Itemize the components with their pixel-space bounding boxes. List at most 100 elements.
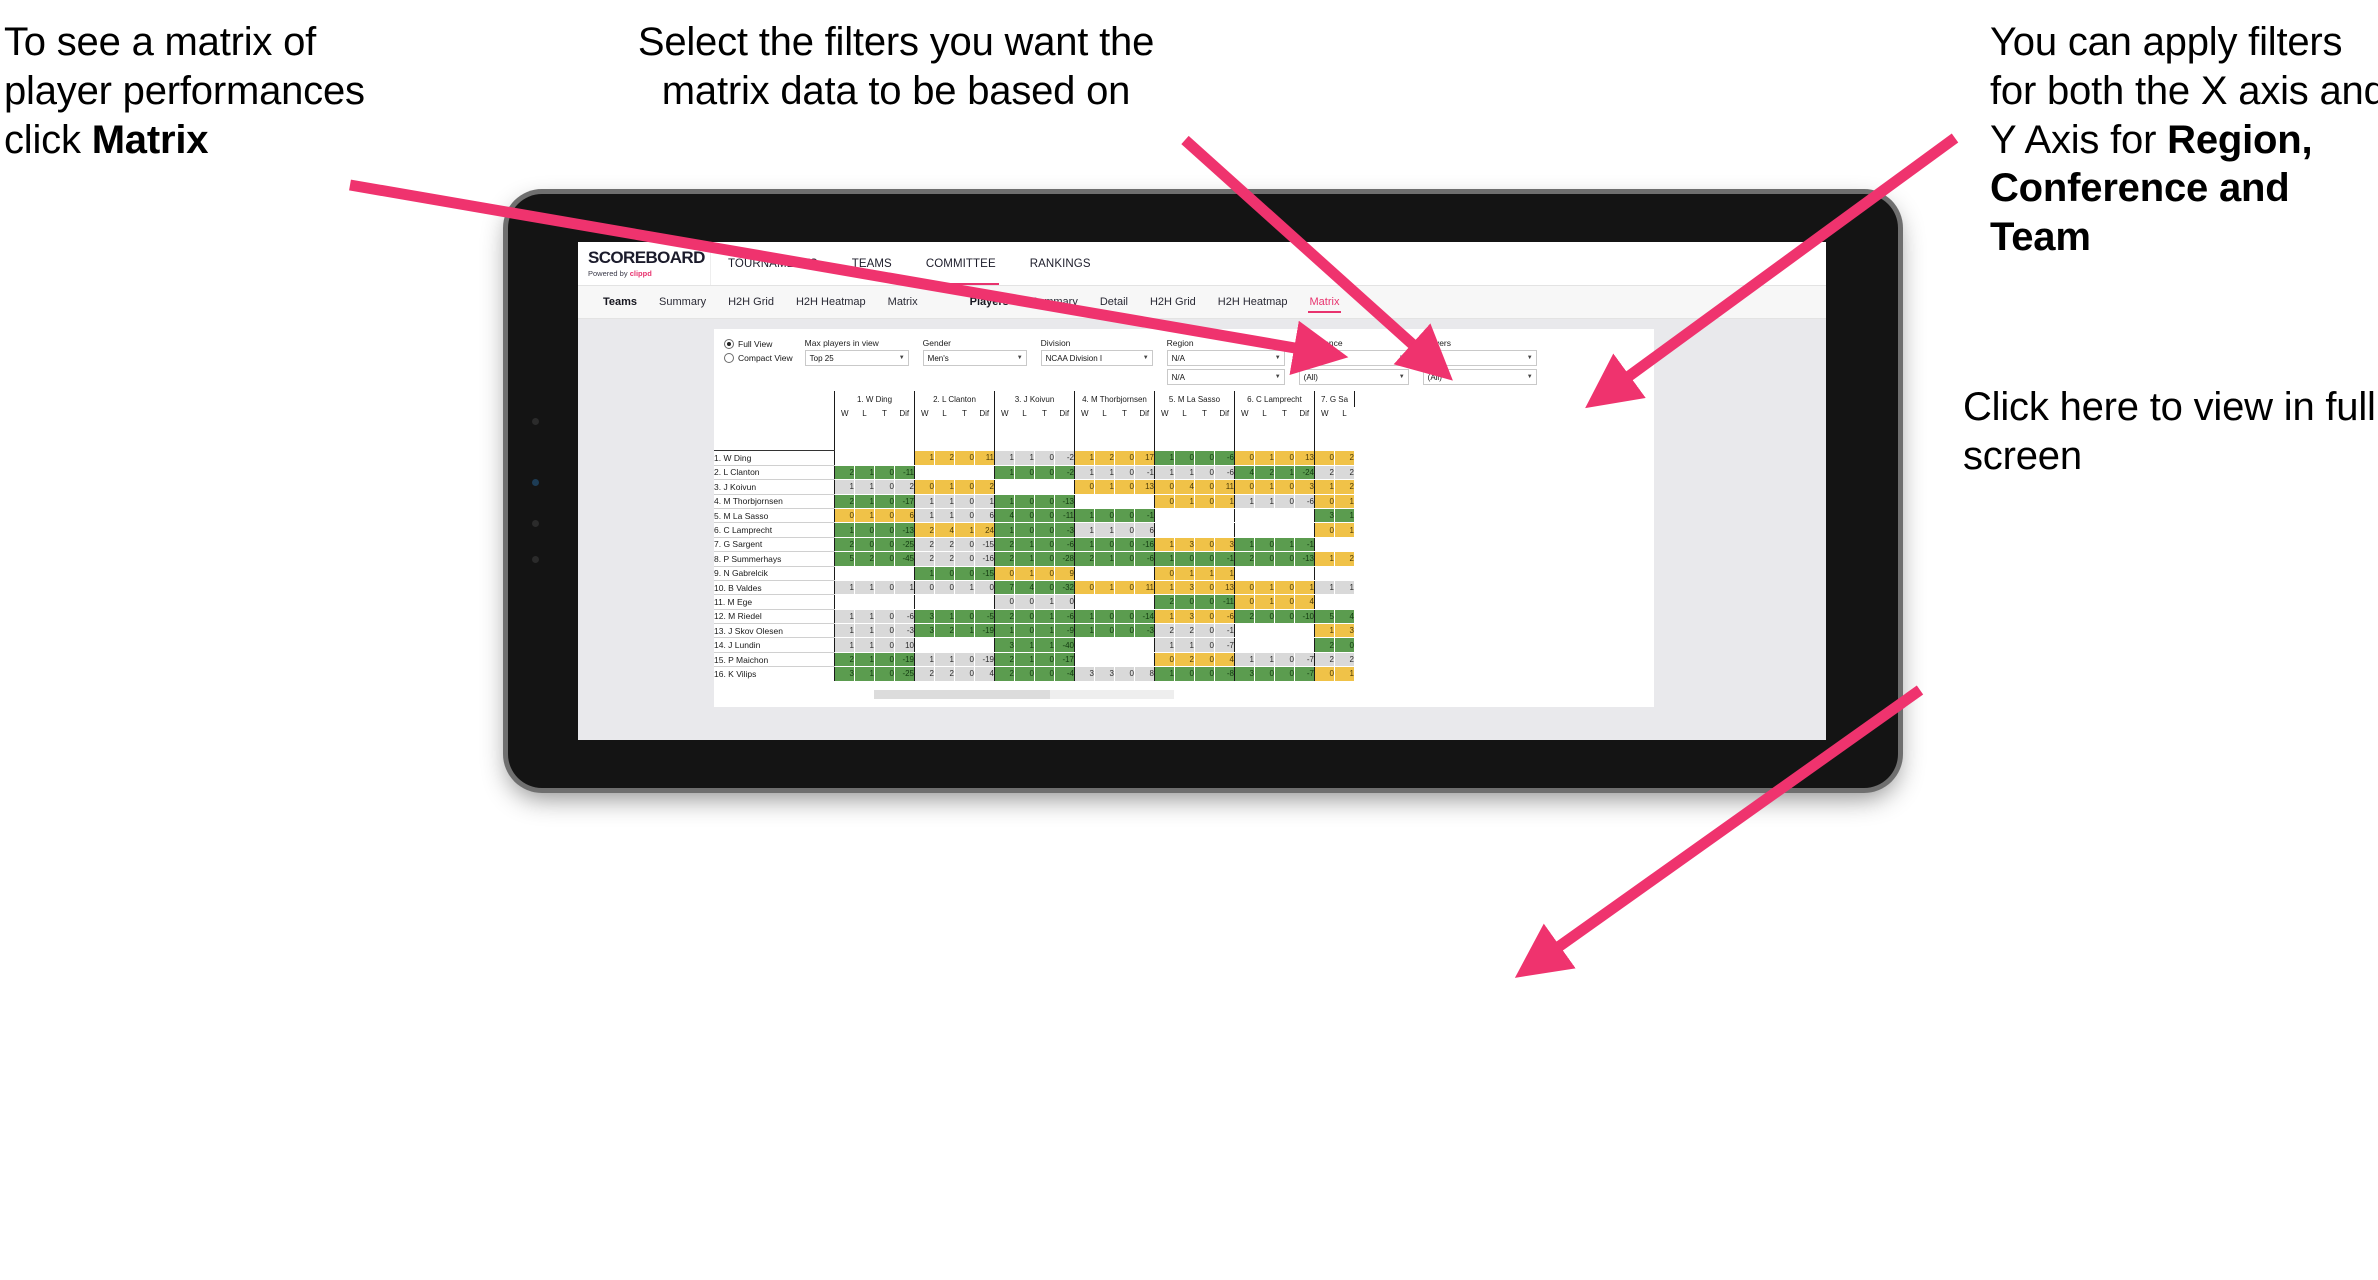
matrix-cell[interactable]: 2 [1174,652,1195,668]
matrix-cell[interactable] [1134,594,1155,610]
matrix-cell[interactable]: 1 [1014,652,1035,668]
matrix-cell[interactable]: 1 [1314,551,1335,567]
matrix-cell[interactable]: 0 [874,609,895,625]
matrix-cell[interactable] [1094,637,1115,653]
matrix-cell[interactable]: 0 [1234,594,1255,610]
matrix-cell[interactable]: 0 [1234,450,1255,466]
matrix-cell[interactable]: 3 [1294,479,1315,495]
matrix-cell[interactable]: 0 [1094,508,1115,524]
matrix-cell[interactable]: 0 [874,508,895,524]
matrix-cell[interactable]: 1 [994,494,1015,509]
matrix-cell[interactable]: 0 [1014,465,1035,481]
matrix-cell[interactable]: 2 [1334,450,1355,466]
matrix-cell[interactable]: 1 [994,450,1015,466]
matrix-cell[interactable]: 0 [1194,666,1215,681]
matrix-cell[interactable] [1234,637,1255,653]
matrix-cell[interactable] [974,637,995,653]
matrix-cell[interactable]: 13 [1214,580,1235,596]
matrix-cell[interactable]: 1 [1074,609,1095,625]
matrix-cell[interactable]: 0 [874,652,895,668]
matrix-cell[interactable]: 0 [1314,450,1335,466]
matrix-cell[interactable]: 1 [1274,537,1295,553]
matrix-cell[interactable] [1254,566,1275,581]
matrix-cell[interactable]: 0 [1254,609,1275,625]
matrix-cell[interactable]: 3 [1174,609,1195,625]
matrix-cell[interactable] [1254,522,1275,538]
matrix-cell[interactable] [1294,508,1315,524]
matrix-cell[interactable] [894,594,915,610]
matrix-cell[interactable] [854,450,875,466]
matrix-cell[interactable]: 0 [1074,580,1095,596]
matrix-cell[interactable]: 0 [1274,609,1295,625]
matrix-cell[interactable] [1074,594,1095,610]
matrix-cell[interactable]: 1 [1314,623,1335,639]
matrix-cell[interactable]: 2 [994,652,1015,668]
matrix-cell[interactable]: 1 [954,623,975,639]
matrix-cell[interactable] [1114,494,1135,509]
scrollbar-thumb[interactable] [874,690,1050,699]
matrix-cell[interactable]: 3 [1234,666,1255,681]
nav-item-tournaments[interactable]: TOURNAMENTS [711,242,835,285]
matrix-cell[interactable]: 3 [1174,580,1195,596]
matrix-cell[interactable]: 1 [914,566,935,581]
matrix-cell[interactable] [1334,594,1355,610]
matrix-cell[interactable]: -7 [1294,666,1315,681]
matrix-cell[interactable]: 1 [1334,580,1355,596]
matrix-cell[interactable]: 0 [914,479,935,495]
matrix-cell[interactable]: 3 [1214,537,1235,553]
matrix-cell[interactable]: 0 [1274,594,1295,610]
matrix-cell[interactable]: 0 [954,551,975,567]
matrix-cell[interactable]: 1 [1274,465,1295,481]
matrix-cell[interactable] [874,450,895,466]
matrix-cell[interactable]: 0 [974,580,995,596]
matrix-cell[interactable]: -28 [1054,551,1075,567]
matrix-cell[interactable]: 2 [994,537,1015,553]
matrix-cell[interactable]: 0 [1114,580,1135,596]
matrix-cell[interactable]: -3 [1134,623,1155,639]
matrix-cell[interactable]: 1 [1254,580,1275,596]
matrix-cell[interactable]: 0 [1114,508,1135,524]
matrix-cell[interactable]: 1 [854,465,875,481]
matrix-cell[interactable]: 0 [1154,652,1175,668]
dropdown-division[interactable]: NCAA Division I ▼ [1040,350,1153,366]
matrix-cell[interactable]: 11 [1134,580,1155,596]
matrix-cell[interactable]: 1 [1254,479,1275,495]
matrix-cell[interactable]: -17 [894,494,915,509]
matrix-cell[interactable]: 0 [954,479,975,495]
matrix-cell[interactable]: 0 [934,566,955,581]
matrix-cell[interactable]: 2 [1254,465,1275,481]
matrix-cell[interactable] [954,465,975,481]
matrix-cell[interactable]: 2 [834,652,855,668]
horizontal-scrollbar[interactable] [874,690,1174,699]
matrix-cell[interactable]: -5 [974,609,995,625]
matrix-cell[interactable]: 1 [1154,637,1175,653]
matrix-cell[interactable]: 4 [1214,652,1235,668]
matrix-cell[interactable]: 2 [1334,551,1355,567]
matrix-cell[interactable]: 1 [834,479,855,495]
matrix-cell[interactable]: 0 [954,450,975,466]
matrix-cell[interactable]: 0 [834,508,855,524]
matrix-cell[interactable]: 0 [1034,450,1055,466]
matrix-cell[interactable]: 1 [1014,551,1035,567]
matrix-cell[interactable]: 0 [1014,609,1035,625]
matrix-cell[interactable]: -6 [1214,465,1235,481]
matrix-cell[interactable]: 1 [854,580,875,596]
matrix-cell[interactable]: 2 [854,551,875,567]
matrix-cell[interactable]: -6 [1294,494,1315,509]
matrix-cell[interactable]: 1 [974,494,995,509]
matrix-cell[interactable]: 0 [1194,537,1215,553]
matrix-cell[interactable]: -15 [974,566,995,581]
tab-players-h2h-grid[interactable]: H2H Grid [1139,286,1207,318]
matrix-cell[interactable]: 0 [874,666,895,681]
matrix-cell[interactable]: 2 [934,537,955,553]
matrix-cell[interactable] [1134,566,1155,581]
matrix-cell[interactable]: 2 [1154,594,1175,610]
matrix-cell[interactable]: 0 [1314,494,1335,509]
matrix-cell[interactable]: 0 [1014,508,1035,524]
matrix-cell[interactable]: 5 [834,551,855,567]
matrix-cell[interactable] [1094,494,1115,509]
matrix-cell[interactable]: 0 [1154,566,1175,581]
matrix-cell[interactable]: 1 [1334,494,1355,509]
matrix-cell[interactable]: 0 [854,537,875,553]
matrix-cell[interactable] [874,594,895,610]
